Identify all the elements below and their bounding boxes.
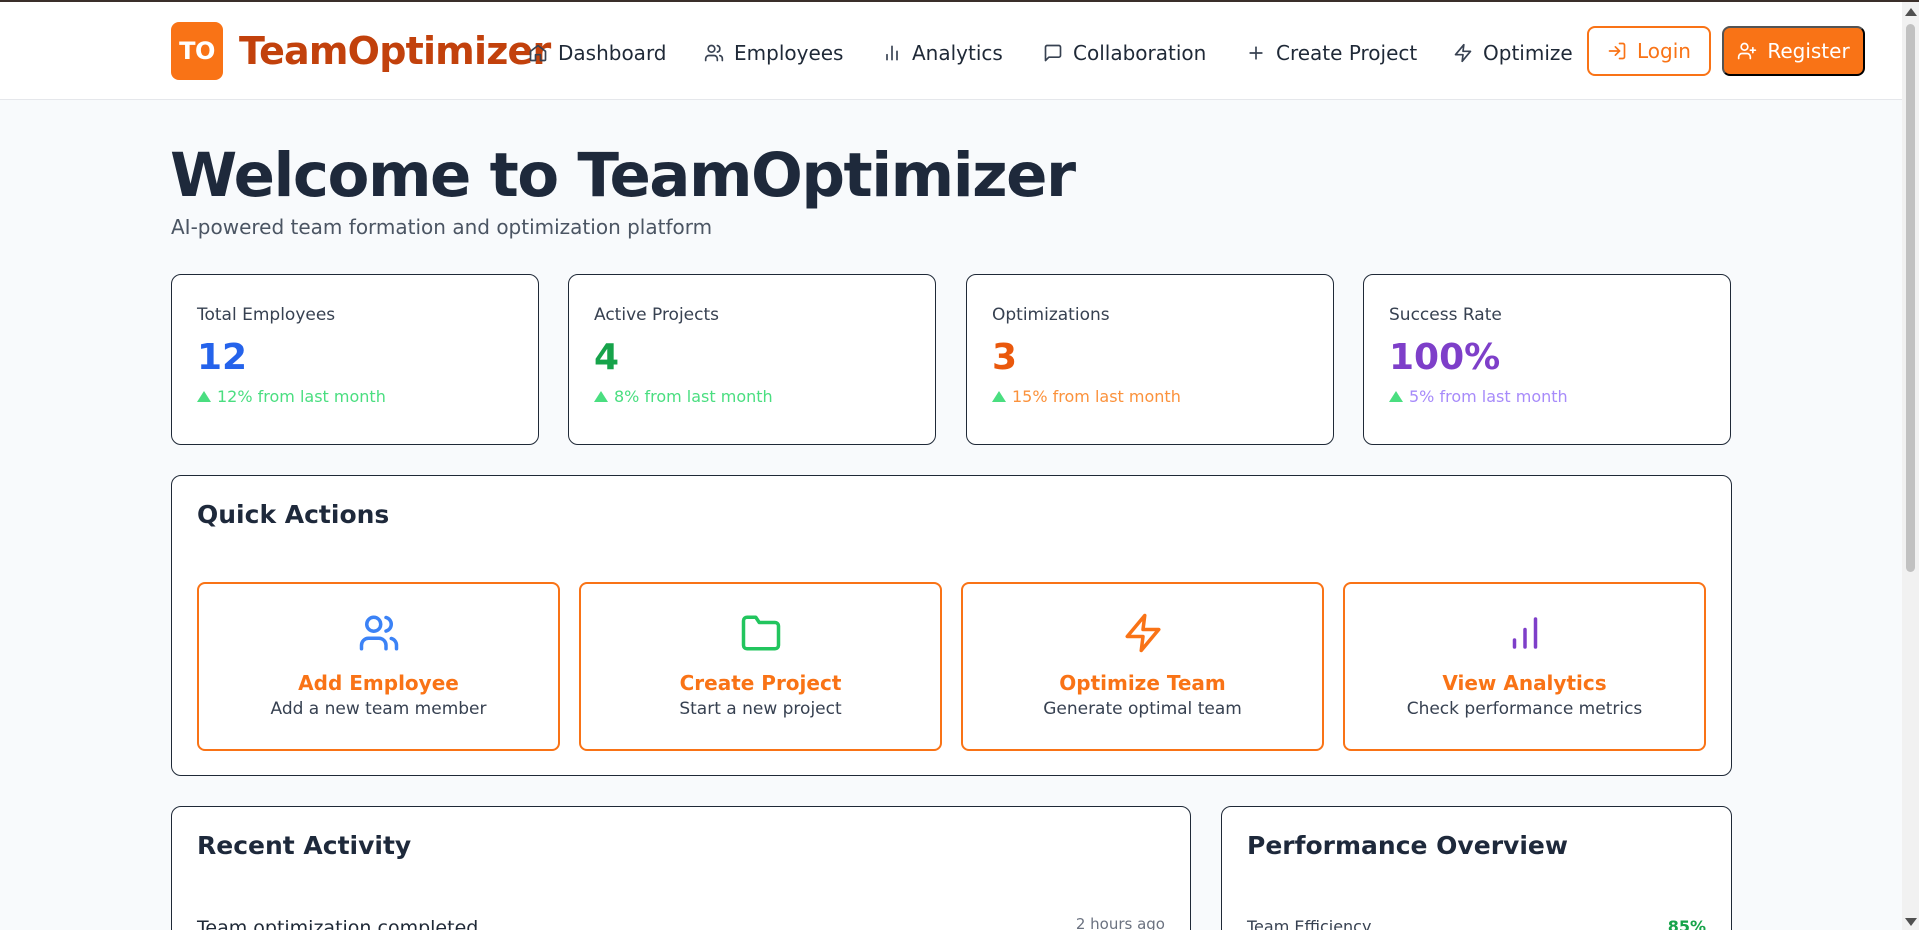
- nav-collaboration[interactable]: Collaboration: [1043, 38, 1206, 68]
- stat-change-text: 15% from last month: [1012, 387, 1181, 406]
- users-icon: [359, 615, 398, 651]
- stat-card-total-employees: Total Employees 12 12% from last month: [171, 274, 539, 445]
- login-button[interactable]: Login: [1587, 26, 1711, 76]
- stat-change: 8% from last month: [594, 387, 773, 406]
- stat-value: 4: [594, 337, 620, 378]
- nav-employees-label: Employees: [734, 41, 844, 65]
- quick-action-title: View Analytics: [1442, 671, 1607, 695]
- stat-change-text: 12% from last month: [217, 387, 386, 406]
- nav-employees[interactable]: Employees: [704, 38, 843, 68]
- user-plus-icon: [1738, 42, 1757, 60]
- nav-collaboration-label: Collaboration: [1073, 41, 1207, 65]
- bar-chart-icon: [1512, 617, 1537, 649]
- stat-label: Optimizations: [992, 305, 1110, 325]
- stat-value: 12: [197, 337, 248, 378]
- quick-action-optimize-team[interactable]: Optimize Team Generate optimal team: [961, 582, 1324, 751]
- quick-action-view-analytics[interactable]: View Analytics Check performance metrics: [1343, 582, 1706, 751]
- quick-action-desc: Generate optimal team: [1043, 699, 1242, 719]
- nav-analytics-label: Analytics: [912, 41, 1003, 65]
- users-icon: [704, 44, 724, 62]
- stat-value: 3: [992, 337, 1018, 378]
- quick-action-title: Optimize Team: [1059, 671, 1226, 695]
- quick-actions-title: Quick Actions: [197, 500, 390, 529]
- logo: TO: [171, 22, 223, 80]
- plus-icon: [1249, 46, 1263, 60]
- stat-change: 15% from last month: [992, 387, 1181, 406]
- scroll-up-arrow-icon[interactable]: [1905, 8, 1917, 16]
- nav-optimize-label: Optimize: [1483, 41, 1573, 65]
- trend-up-icon: [594, 391, 608, 402]
- stat-card-optimizations: Optimizations 3 15% from last month: [966, 274, 1334, 445]
- performance-overview-title: Performance Overview: [1247, 831, 1568, 860]
- quick-action-create-project[interactable]: Create Project Start a new project: [579, 582, 942, 751]
- stat-card-active-projects: Active Projects 4 8% from last month: [568, 274, 936, 445]
- stat-change: 5% from last month: [1389, 387, 1568, 406]
- zap-icon: [1454, 43, 1472, 63]
- activity-item-time: 2 hours ago: [1075, 915, 1165, 930]
- performance-overview-panel: Performance Overview Team Efficiency 85%: [1221, 806, 1732, 930]
- quick-action-title: Add Employee: [298, 671, 459, 695]
- stat-change-text: 8% from last month: [614, 387, 773, 406]
- scroll-down-arrow-icon[interactable]: [1905, 918, 1917, 926]
- page-scrollbar[interactable]: [1902, 2, 1919, 930]
- nav-analytics[interactable]: Analytics: [882, 38, 1003, 68]
- metric-label: Team Efficiency: [1247, 917, 1372, 930]
- brand-name: TeamOptimizer: [239, 29, 551, 73]
- stat-change: 12% from last month: [197, 387, 386, 406]
- stat-value: 100%: [1389, 337, 1501, 378]
- quick-action-desc: Add a new team member: [270, 699, 487, 719]
- stat-label: Active Projects: [594, 305, 720, 325]
- brand[interactable]: TO TeamOptimizer: [171, 22, 551, 80]
- trend-up-icon: [197, 391, 211, 402]
- zap-icon: [1125, 613, 1160, 653]
- quick-action-desc: Check performance metrics: [1406, 699, 1643, 719]
- scroll-thumb[interactable]: [1906, 24, 1915, 572]
- home-icon: [529, 44, 547, 62]
- nav-optimize[interactable]: Optimize: [1453, 38, 1573, 68]
- quick-action-add-employee[interactable]: Add Employee Add a new team member: [197, 582, 560, 751]
- trend-up-icon: [992, 391, 1006, 402]
- top-navbar: TO TeamOptimizer Dashboard Employees Ana…: [0, 2, 1902, 100]
- nav-dashboard-label: Dashboard: [558, 41, 667, 65]
- login-icon: [1608, 42, 1626, 60]
- trend-up-icon: [1389, 391, 1403, 402]
- nav-create-project-label: Create Project: [1276, 41, 1418, 65]
- quick-action-desc: Start a new project: [679, 699, 842, 719]
- metric-value: 85%: [1667, 917, 1706, 930]
- recent-activity-panel: Recent Activity Team optimization comple…: [171, 806, 1191, 930]
- quick-action-title: Create Project: [679, 671, 842, 695]
- bar-chart-icon: [886, 45, 898, 61]
- page-subtitle: AI-powered team formation and optimizati…: [171, 215, 713, 239]
- register-label: Register: [1767, 39, 1850, 63]
- activity-item-text: Team optimization completed: [197, 917, 479, 930]
- stat-label: Total Employees: [197, 305, 336, 325]
- message-square-icon: [1044, 44, 1062, 62]
- recent-activity-title: Recent Activity: [197, 831, 412, 860]
- stat-card-success-rate: Success Rate 100% 5% from last month: [1363, 274, 1731, 445]
- login-label: Login: [1637, 39, 1691, 63]
- stat-change-text: 5% from last month: [1409, 387, 1568, 406]
- folder-icon: [741, 615, 780, 651]
- quick-actions-panel: Quick Actions Add Employee Add a new tea…: [171, 475, 1732, 776]
- stat-label: Success Rate: [1389, 305, 1502, 325]
- page-title: Welcome to TeamOptimizer: [170, 140, 1076, 211]
- register-button[interactable]: Register: [1722, 26, 1865, 76]
- nav-dashboard[interactable]: Dashboard: [528, 38, 667, 68]
- nav-create-project[interactable]: Create Project: [1246, 38, 1417, 68]
